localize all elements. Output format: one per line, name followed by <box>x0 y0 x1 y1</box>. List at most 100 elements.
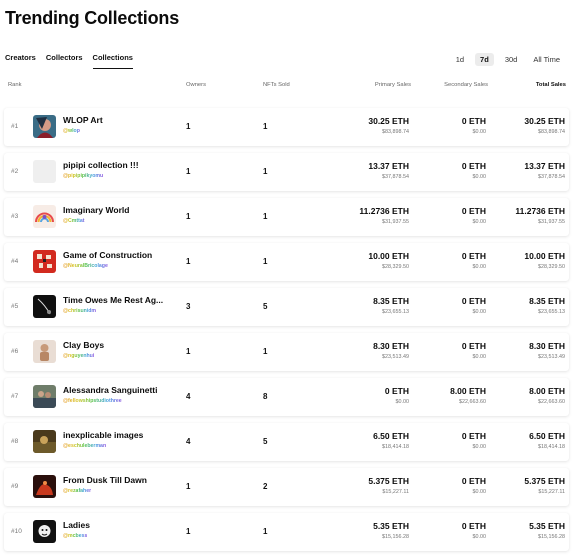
total-sales: 8.30 ETH $23,513.49 <box>529 341 565 360</box>
table-row[interactable]: #9 From Dusk Till Dawn @rezafaher 1 2 5.… <box>4 468 569 506</box>
tab-collections[interactable]: Collections <box>92 53 133 69</box>
creator-handle[interactable]: @rezafaher <box>63 488 91 494</box>
collection-name[interactable]: inexplicable images <box>63 430 143 440</box>
category-tabs: Creators Collectors Collections <box>5 53 143 69</box>
secondary-sales-usd: $0.00 <box>472 129 487 135</box>
primary-sales-usd: $23,513.49 <box>382 354 409 360</box>
collection-name[interactable]: Game of Construction <box>63 250 152 260</box>
primary-sales-usd: $15,227.11 <box>382 489 409 495</box>
creator-handle[interactable]: @wlop <box>63 128 80 134</box>
total-sales: 5.375 ETH $15,227.11 <box>524 476 565 495</box>
primary-sales-usd: $37,878.54 <box>382 174 409 180</box>
total-sales: 11.2736 ETH $31,937.55 <box>515 206 565 225</box>
nfts-sold-count: 8 <box>263 392 268 401</box>
creator-handle[interactable]: @nguyenhui <box>63 353 94 359</box>
column-rank: Rank <box>8 82 22 88</box>
primary-sales: 13.37 ETH $37,878.54 <box>368 161 409 180</box>
pipipi-blank-thumb[interactable] <box>33 160 56 183</box>
total-sales-eth: 30.25 ETH <box>524 116 565 126</box>
total-sales-usd: $23,513.49 <box>538 354 565 360</box>
primary-sales-eth: 5.35 ETH <box>373 521 409 531</box>
time-owes-me-rest-dark-thumb[interactable] <box>33 295 56 318</box>
period-1d[interactable]: 1d <box>451 53 469 66</box>
secondary-sales-eth: 0 ETH <box>461 341 486 351</box>
primary-sales-usd: $23,655.13 <box>382 309 409 315</box>
collection-name[interactable]: Alessandra Sanguinetti <box>63 385 157 395</box>
ladies-illustration-thumb[interactable] <box>33 520 56 543</box>
secondary-sales: 0 ETH $0.00 <box>462 116 486 135</box>
total-sales-eth: 10.00 ETH <box>524 251 565 261</box>
creator-handle[interactable]: @eschuleberman <box>63 443 106 449</box>
tab-collectors[interactable]: Collectors <box>46 53 83 69</box>
inexplicable-images-thumb[interactable] <box>33 430 56 453</box>
table-row[interactable]: #6 Clay Boys @nguyenhui 1 1 8.30 ETH $23,… <box>4 333 569 371</box>
primary-sales-usd: $31,937.55 <box>382 219 409 225</box>
owners-count: 4 <box>186 437 191 446</box>
rank: #2 <box>11 168 19 175</box>
owners-count: 4 <box>186 392 191 401</box>
secondary-sales-eth: 0 ETH <box>461 476 486 486</box>
total-sales-eth: 8.30 ETH <box>529 341 565 351</box>
creator-handle[interactable]: @fellowshipstudiothree <box>63 398 122 404</box>
primary-sales: 5.35 ETH $15,156.28 <box>373 521 409 540</box>
table-row[interactable]: #5 Time Owes Me Rest Ag... @chrisunidm 3… <box>4 288 569 326</box>
total-sales-usd: $37,878.54 <box>538 174 565 180</box>
table-row[interactable]: #2 pipipi collection !!! @pipipipikyomu … <box>4 153 569 191</box>
collection-name[interactable]: From Dusk Till Dawn <box>63 475 147 485</box>
table-row[interactable]: #7 Alessandra Sanguinetti @fellowshipstu… <box>4 378 569 416</box>
period-30d[interactable]: 30d <box>500 53 523 66</box>
nfts-sold-count: 1 <box>263 527 268 536</box>
wlop-portrait-thumb[interactable] <box>33 115 56 138</box>
alessandra-photo-thumb[interactable] <box>33 385 56 408</box>
collection-name[interactable]: Imaginary World <box>63 205 129 215</box>
collection-name[interactable]: Time Owes Me Rest Ag... <box>63 295 163 305</box>
primary-sales: 8.30 ETH $23,513.49 <box>373 341 409 360</box>
collection-name[interactable]: pipipi collection !!! <box>63 160 139 170</box>
secondary-sales: 0 ETH $0.00 <box>462 476 486 495</box>
owners-count: 3 <box>186 302 191 311</box>
table-row[interactable]: #1 WLOP Art @wlop 1 1 30.25 ETH $83,898.7… <box>4 108 569 146</box>
primary-sales-eth: 11.2736 ETH <box>359 206 409 216</box>
table-row[interactable]: #8 inexplicable images @eschuleberman 4 … <box>4 423 569 461</box>
secondary-sales: 0 ETH $0.00 <box>462 161 486 180</box>
total-sales: 8.00 ETH $22,663.60 <box>529 386 565 405</box>
collection-name[interactable]: Ladies <box>63 520 90 530</box>
dusk-till-dawn-thumb[interactable] <box>33 475 56 498</box>
creator-handle[interactable]: @mcbess <box>63 533 87 539</box>
secondary-sales-eth: 8.00 ETH <box>450 386 486 396</box>
secondary-sales-usd: $0.00 <box>472 174 487 180</box>
total-sales-eth: 5.375 ETH <box>524 476 565 486</box>
collection-name[interactable]: WLOP Art <box>63 115 103 125</box>
secondary-sales: 0 ETH $0.00 <box>462 521 486 540</box>
nfts-sold-count: 5 <box>263 302 268 311</box>
rank: #1 <box>11 123 19 130</box>
primary-sales-usd: $83,898.74 <box>382 129 409 135</box>
owners-count: 1 <box>186 347 191 356</box>
game-of-construction-red-thumb[interactable] <box>33 250 56 273</box>
table-row[interactable]: #4 Game of Construction @NeuralBricolage… <box>4 243 569 281</box>
page-title: Trending Collections <box>5 8 180 28</box>
column-primary-sales: Primary Sales <box>374 82 411 88</box>
time-period-selector: 1d 7d 30d All Time <box>445 53 565 66</box>
table-row[interactable]: #3 Imaginary World @Cmttat 1 1 11.2736 E… <box>4 198 569 236</box>
creator-handle[interactable]: @Cmttat <box>63 218 85 224</box>
primary-sales: 0 ETH $0.00 <box>385 386 409 405</box>
total-sales-eth: 6.50 ETH <box>529 431 565 441</box>
total-sales-usd: $18,414.18 <box>538 444 565 450</box>
secondary-sales: 0 ETH $0.00 <box>462 341 486 360</box>
period-7d[interactable]: 7d <box>475 53 494 66</box>
clay-boys-figure-thumb[interactable] <box>33 340 56 363</box>
creator-handle[interactable]: @NeuralBricolage <box>63 263 108 269</box>
creator-handle[interactable]: @pipipipikyomu <box>63 173 103 179</box>
imaginary-world-rainbow-thumb[interactable] <box>33 205 56 228</box>
creator-handle[interactable]: @chrisunidm <box>63 308 96 314</box>
secondary-sales-usd: $0.00 <box>472 354 487 360</box>
total-sales-usd: $15,156.28 <box>538 534 565 540</box>
total-sales-eth: 8.00 ETH <box>529 386 565 396</box>
tab-creators[interactable]: Creators <box>5 53 36 69</box>
owners-count: 1 <box>186 122 191 131</box>
period-all-time[interactable]: All Time <box>528 53 565 66</box>
collection-name[interactable]: Clay Boys <box>63 340 104 350</box>
table-row[interactable]: #10 Ladies @mcbess 1 1 5.35 ETH $15,156.2… <box>4 513 569 551</box>
primary-sales-usd: $15,156.28 <box>382 534 409 540</box>
